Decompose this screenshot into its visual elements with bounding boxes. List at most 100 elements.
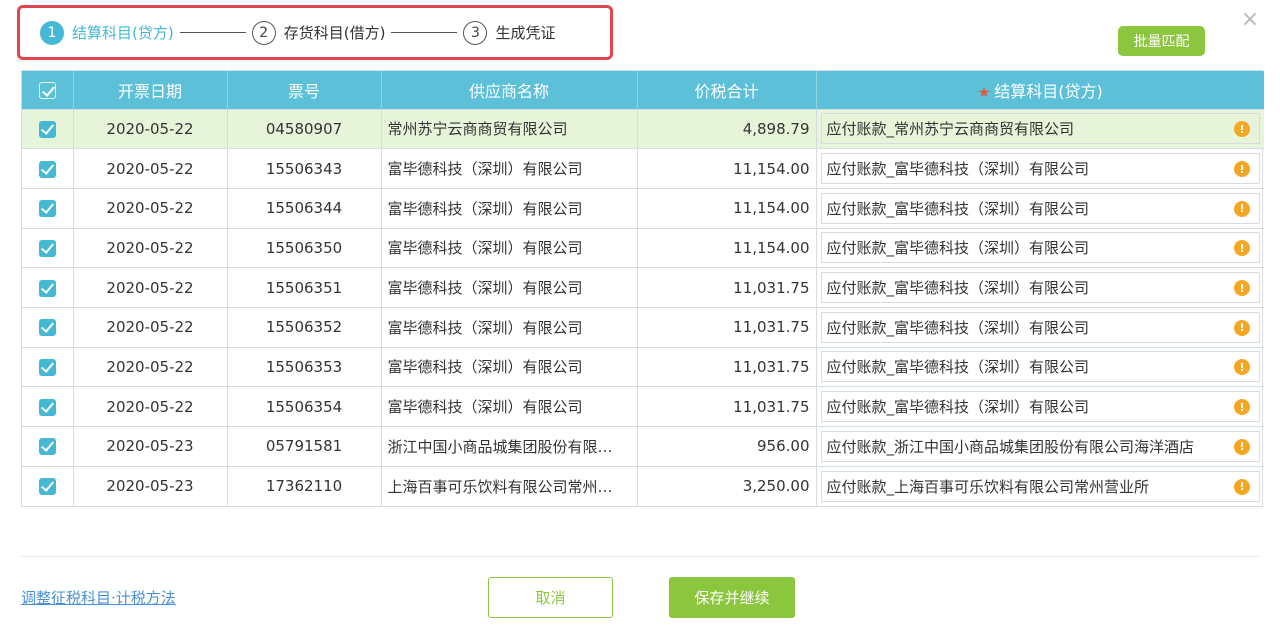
warning-icon[interactable]: ! — [1234, 399, 1250, 416]
column-header-date[interactable]: 开票日期 — [73, 71, 228, 109]
table-row[interactable]: 2020-05-22 15506350 富毕德科技（深圳）有限公司 11,154.00… — [22, 227, 1264, 268]
cell-amount: 4,898.79 — [637, 108, 817, 149]
table-row[interactable]: 2020-05-23 17362110 上海百事可乐饮料有限公司常州… 3,250.0… — [22, 465, 1264, 506]
check-icon — [38, 358, 56, 376]
step-3[interactable]: 3 生成凭证 — [463, 20, 555, 45]
check-icon — [38, 398, 56, 416]
table-row[interactable]: 2020-05-22 15506343 富毕德科技（深圳）有限公司 11,154.00… — [22, 148, 1264, 189]
step-1[interactable]: 1 结算科目(贷方) — [40, 20, 174, 45]
cell-amount: 3,250.00 — [637, 465, 817, 506]
account-input[interactable]: 应付账款_常州苏宁云商商贸有限公司! — [820, 113, 1260, 145]
account-value: 应付账款_富毕德科技（深圳）有限公司 — [826, 279, 1090, 298]
table-header-row: 开票日期 票号 供应商名称 价税合计 ★ 结算科目(贷方) — [22, 71, 1264, 109]
cell-date: 2020-05-22 — [73, 267, 228, 308]
row-checkbox[interactable] — [22, 346, 74, 387]
cell-invoice-no: 17362110 — [227, 465, 382, 506]
close-icon[interactable]: × — [1240, 9, 1260, 31]
cell-invoice-no: 15506344 — [227, 187, 382, 229]
row-checkbox[interactable] — [22, 187, 74, 229]
warning-icon[interactable]: ! — [1234, 280, 1250, 297]
account-value: 应付账款_富毕德科技（深圳）有限公司 — [826, 239, 1090, 258]
account-input[interactable]: 应付账款_富毕德科技（深圳）有限公司! — [820, 311, 1260, 343]
column-header-account-label: 结算科目(贷方) — [994, 81, 1103, 101]
column-header-supplier[interactable]: 供应商名称 — [381, 71, 638, 109]
account-input[interactable]: 应付账款_上海百事可乐饮料有限公司常州营业所! — [820, 470, 1260, 502]
step-indicator: 1 结算科目(贷方) 2 存货科目(借方) 3 生成凭证 — [17, 5, 613, 60]
cell-supplier: 富毕德科技（深圳）有限公司 — [381, 306, 638, 348]
cell-amount: 11,154.00 — [637, 227, 817, 268]
cell-account: 应付账款_常州苏宁云商商贸有限公司! — [816, 108, 1264, 149]
cell-amount: 11,031.75 — [637, 306, 817, 348]
step-2[interactable]: 2 存货科目(借方) — [251, 20, 385, 45]
cell-date: 2020-05-22 — [73, 386, 228, 427]
cell-account: 应付账款_富毕德科技（深圳）有限公司! — [816, 346, 1264, 387]
check-icon — [38, 319, 56, 337]
row-checkbox[interactable] — [22, 108, 74, 149]
account-input[interactable]: 应付账款_富毕德科技（深圳）有限公司! — [820, 391, 1260, 423]
account-input[interactable]: 应付账款_富毕德科技（深圳）有限公司! — [820, 351, 1260, 383]
account-input[interactable]: 应付账款_浙江中国小商品城集团股份有限公司海洋酒店! — [820, 430, 1260, 462]
column-header-account[interactable]: ★ 结算科目(贷方) — [816, 71, 1264, 109]
cell-supplier: 富毕德科技（深圳）有限公司 — [381, 386, 638, 427]
account-value: 应付账款_富毕德科技（深圳）有限公司 — [826, 318, 1090, 337]
check-icon — [38, 438, 56, 456]
cell-account: 应付账款_浙江中国小商品城集团股份有限公司海洋酒店! — [816, 426, 1264, 467]
step-connector — [391, 32, 458, 33]
table-row[interactable]: 2020-05-22 15506353 富毕德科技（深圳）有限公司 11,031.75… — [22, 346, 1264, 387]
column-header-amount[interactable]: 价税合计 — [637, 71, 817, 109]
account-value: 应付账款_富毕德科技（深圳）有限公司 — [826, 160, 1090, 179]
cell-invoice-no: 15506350 — [227, 227, 382, 268]
batch-match-button[interactable]: 批量匹配 — [1118, 26, 1205, 56]
account-value: 应付账款_富毕德科技（深圳）有限公司 — [826, 199, 1090, 218]
row-checkbox[interactable] — [22, 267, 74, 308]
cancel-button[interactable]: 取消 — [488, 577, 613, 618]
row-checkbox[interactable] — [22, 386, 74, 427]
cell-amount: 11,154.00 — [637, 187, 817, 229]
row-checkbox[interactable] — [22, 148, 74, 189]
cell-supplier: 浙江中国小商品城集团股份有限… — [381, 426, 638, 467]
table-row[interactable]: 2020-05-22 15506351 富毕德科技（深圳）有限公司 11,031.75… — [22, 267, 1264, 308]
warning-icon[interactable]: ! — [1234, 319, 1250, 336]
cell-account: 应付账款_富毕德科技（深圳）有限公司! — [816, 306, 1264, 348]
row-checkbox[interactable] — [22, 465, 74, 506]
account-input[interactable]: 应付账款_富毕德科技（深圳）有限公司! — [820, 272, 1260, 304]
table-row[interactable]: 2020-05-22 04580907 常州苏宁云商商贸有限公司 4,898.79 应付… — [22, 108, 1264, 149]
adjust-tax-method-link[interactable]: 调整征税科目·计税方法 — [21, 587, 176, 608]
row-checkbox[interactable] — [22, 227, 74, 268]
row-checkbox[interactable] — [22, 426, 74, 467]
select-all-checkbox[interactable] — [22, 71, 74, 109]
cell-amount: 11,031.75 — [637, 386, 817, 427]
cell-account: 应付账款_富毕德科技（深圳）有限公司! — [816, 386, 1264, 427]
account-input[interactable]: 应付账款_富毕德科技（深圳）有限公司! — [820, 232, 1260, 264]
cell-date: 2020-05-22 — [73, 346, 228, 387]
row-checkbox[interactable] — [22, 306, 74, 348]
warning-icon[interactable]: ! — [1234, 240, 1250, 257]
warning-icon[interactable]: ! — [1234, 121, 1250, 138]
table-row[interactable]: 2020-05-22 15506354 富毕德科技（深圳）有限公司 11,031.75… — [22, 386, 1264, 427]
cell-invoice-no: 15506353 — [227, 346, 382, 387]
warning-icon[interactable]: ! — [1234, 200, 1250, 217]
warning-icon[interactable]: ! — [1234, 359, 1250, 376]
required-star-icon: ★ — [977, 84, 991, 101]
warning-icon[interactable]: ! — [1234, 478, 1250, 495]
check-icon — [38, 160, 56, 178]
cell-date: 2020-05-23 — [73, 465, 228, 506]
cell-account: 应付账款_上海百事可乐饮料有限公司常州营业所! — [816, 465, 1264, 506]
check-icon — [38, 478, 56, 496]
warning-icon[interactable]: ! — [1234, 438, 1250, 455]
table-row[interactable]: 2020-05-22 15506352 富毕德科技（深圳）有限公司 11,031.75… — [22, 306, 1264, 348]
account-input[interactable]: 应付账款_富毕德科技（深圳）有限公司! — [820, 153, 1260, 185]
cell-account: 应付账款_富毕德科技（深圳）有限公司! — [816, 148, 1264, 189]
cell-date: 2020-05-22 — [73, 187, 228, 229]
save-and-continue-button[interactable]: 保存并继续 — [669, 577, 795, 618]
step-3-number: 3 — [463, 20, 488, 45]
cell-supplier: 富毕德科技（深圳）有限公司 — [381, 267, 638, 308]
table-row[interactable]: 2020-05-23 05791581 浙江中国小商品城集团股份有限… 956.00 应… — [22, 426, 1264, 467]
table-row[interactable]: 2020-05-22 15506344 富毕德科技（深圳）有限公司 11,154.00… — [22, 187, 1264, 229]
cell-amount: 11,031.75 — [637, 267, 817, 308]
cell-invoice-no: 15506351 — [227, 267, 382, 308]
account-input[interactable]: 应付账款_富毕德科技（深圳）有限公司! — [820, 192, 1260, 224]
cell-supplier: 富毕德科技（深圳）有限公司 — [381, 346, 638, 387]
column-header-invoice-no[interactable]: 票号 — [227, 71, 382, 109]
warning-icon[interactable]: ! — [1234, 161, 1250, 178]
